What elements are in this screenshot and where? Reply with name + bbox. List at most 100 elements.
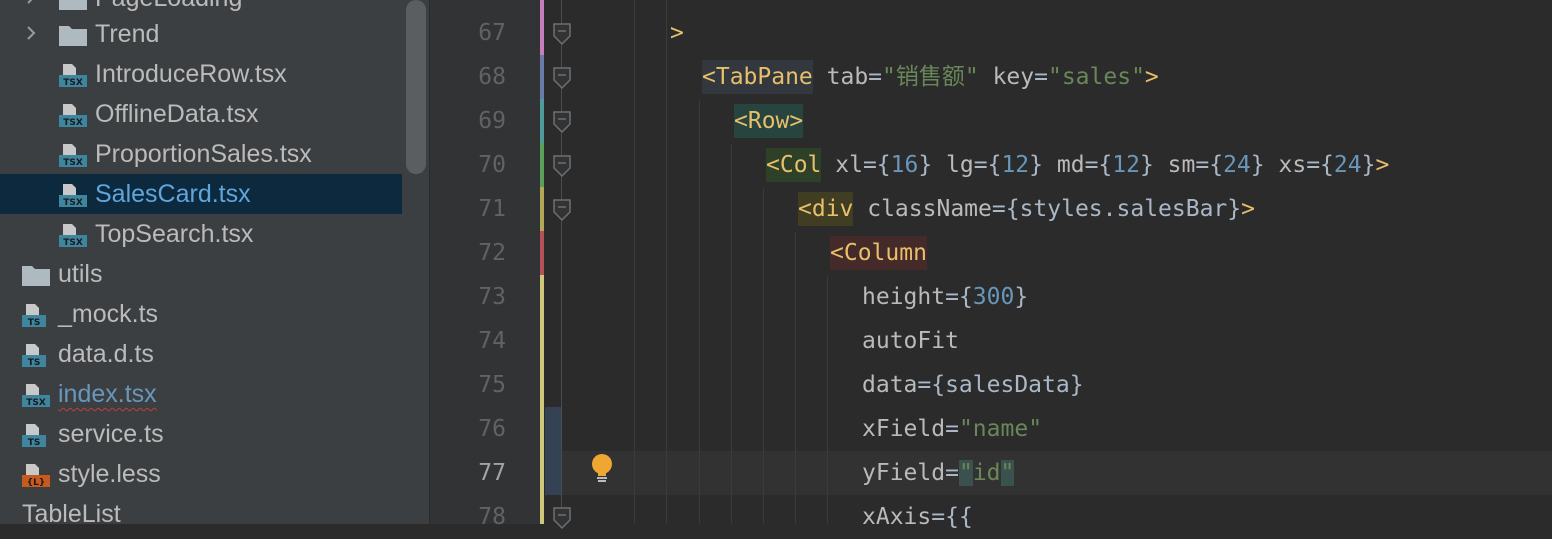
code-token: ={salesData} — [917, 372, 1084, 398]
tree-item-service[interactable]: TS service.ts — [0, 414, 402, 454]
code-tokens: xField="name" — [862, 416, 1042, 442]
tree-item-label: ProportionSales.tsx — [95, 140, 312, 168]
code-line-70[interactable]: <Col xl={16} lg={12} md={12} sm={24} xs=… — [766, 143, 1389, 187]
code-tokens: > — [789, 104, 804, 138]
indent-guide — [634, 0, 635, 524]
code-token: "name" — [958, 416, 1043, 442]
code-token: "销售额" — [882, 64, 979, 90]
code-line-73[interactable]: height={300} — [862, 275, 1028, 319]
svg-text:TSX: TSX — [63, 198, 83, 208]
code-token: md — [1043, 152, 1085, 178]
fold-marker-icon[interactable] — [552, 154, 572, 178]
fold-marker-icon[interactable] — [552, 506, 572, 530]
change-bar — [540, 99, 544, 143]
code-token: data — [862, 372, 918, 398]
code-token: > — [1241, 196, 1255, 222]
code-token: 300 — [972, 284, 1015, 310]
code-line-72[interactable]: <Column — [830, 231, 927, 275]
tree-item-label: data.d.ts — [58, 340, 154, 368]
code-token: } — [1361, 152, 1376, 178]
code-token: ={{ — [931, 504, 973, 530]
fold-marker-icon[interactable] — [552, 22, 572, 46]
tsx-file-icon: TSX — [58, 62, 88, 88]
svg-text:TSX: TSX — [63, 158, 83, 168]
code-token: key — [978, 64, 1035, 90]
code-token: } — [1029, 152, 1044, 178]
code-token: ={ — [945, 284, 973, 310]
tree-item-label: service.ts — [58, 420, 164, 448]
code-token: 12 — [1001, 152, 1030, 178]
code-token: = — [945, 416, 959, 442]
jsx-tag-column: <Column — [830, 236, 927, 270]
indent-guide — [827, 276, 828, 524]
svg-text:TS: TS — [28, 358, 41, 368]
chevron-right-icon[interactable] — [24, 0, 38, 4]
code-tokens: yField="id" — [862, 460, 1015, 486]
tree-item-label: TopSearch.tsx — [95, 220, 254, 248]
code-line-71[interactable]: <div className={styles.salesBar}> — [798, 187, 1255, 231]
tsx-file-icon: TSX — [58, 102, 88, 128]
code-token: xAxis — [862, 504, 932, 530]
code-token: } — [1139, 152, 1154, 178]
tree-item-tablelist[interactable]: TableList — [0, 494, 402, 524]
svg-text:TSX: TSX — [63, 78, 83, 88]
code-line-75[interactable]: data={salesData} — [862, 363, 1084, 407]
code-token: > — [1144, 64, 1159, 90]
code-line-77[interactable]: yField="id" — [862, 451, 1015, 495]
line-number: 76 — [478, 416, 506, 442]
sidebar-scrollbar[interactable] — [406, 0, 426, 174]
svg-text:TS: TS — [28, 438, 41, 448]
code-token: "sales" — [1047, 64, 1145, 90]
lightbulb-icon[interactable] — [588, 452, 616, 484]
tree-item-trend[interactable]: Trend — [0, 14, 402, 54]
fold-marker-icon[interactable] — [552, 66, 572, 90]
fold-marker-icon[interactable] — [552, 110, 572, 134]
tree-item-data-d-ts[interactable]: TS data.d.ts — [0, 334, 402, 374]
tree-item-utils[interactable]: utils — [0, 254, 402, 294]
tree-item-label: Trend — [95, 20, 160, 48]
code-token: 12 — [1112, 152, 1140, 178]
code-token: > — [670, 20, 684, 46]
code-token: sm — [1153, 152, 1196, 178]
code-token: 24 — [1223, 152, 1251, 178]
code-tokens: height={300} — [862, 284, 1028, 310]
indent-guide — [763, 188, 764, 524]
code-tokens: autoFit — [862, 328, 959, 354]
tree-item-offlinedata[interactable]: TSX OfflineData.tsx — [0, 94, 402, 134]
code-token: > — [789, 108, 804, 134]
ts-file-icon: TS — [21, 342, 51, 368]
code-token: 16 — [890, 152, 919, 178]
tree-item-mock[interactable]: TS _mock.ts — [0, 294, 402, 334]
code-tokens: data={salesData} — [862, 372, 1084, 398]
tree-item-style-less[interactable]: {L} style.less — [0, 454, 402, 494]
code-line-76[interactable]: xField="name" — [862, 407, 1042, 451]
tree-item-label: PageLoading — [95, 0, 242, 13]
tree-item-proportionsales[interactable]: TSX ProportionSales.tsx — [0, 134, 402, 174]
code-token: autoFit — [862, 328, 959, 354]
code-line-74[interactable]: autoFit — [862, 319, 959, 363]
code-line-69[interactable]: <Row> — [734, 99, 804, 143]
svg-text:TSX: TSX — [63, 238, 83, 248]
chevron-right-icon[interactable] — [24, 26, 38, 40]
tree-item-label: IntroduceRow.tsx — [95, 60, 287, 88]
code-token: yField — [862, 460, 946, 486]
tree-item-salescard[interactable]: TSX SalesCard.tsx — [0, 174, 402, 214]
tree-item-index[interactable]: TSX index.tsx — [0, 374, 402, 414]
code-token: ={ — [1306, 152, 1334, 178]
svg-text:TSX: TSX — [63, 118, 83, 128]
svg-text:TS: TS — [28, 318, 41, 328]
change-bar — [540, 55, 544, 99]
change-bar — [540, 231, 544, 275]
code-line-67[interactable]: > — [670, 11, 684, 55]
fold-marker-icon[interactable] — [552, 198, 572, 222]
tsx-file-icon: TSX — [21, 382, 51, 408]
line-number: 67 — [478, 20, 506, 46]
tree-item-label: style.less — [58, 460, 161, 488]
tree-item-topsearch[interactable]: TSX TopSearch.tsx — [0, 214, 402, 254]
tree-item-introducerow[interactable]: TSX IntroduceRow.tsx — [0, 54, 402, 94]
code-line-78[interactable]: xAxis={{ — [862, 495, 973, 539]
code-token: > — [1375, 152, 1390, 178]
code-token: className — [853, 196, 992, 222]
code-token: xs — [1264, 152, 1307, 178]
code-line-68[interactable]: <TabPane tab="销售额" key="sales"> — [702, 55, 1159, 99]
